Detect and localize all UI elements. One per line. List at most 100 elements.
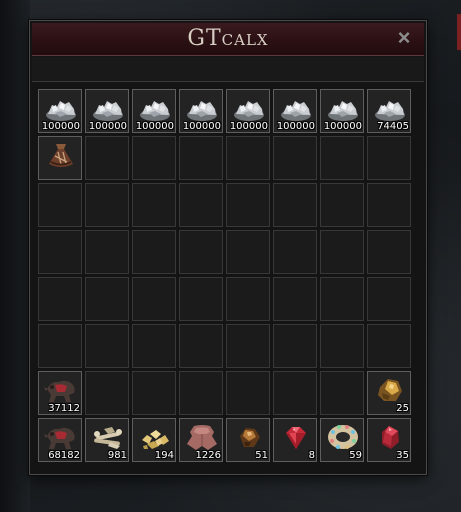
inventory-slot-empty[interactable] bbox=[38, 230, 82, 274]
inventory-slot-filled[interactable]: 100000 bbox=[85, 89, 129, 133]
ruby-gem-icon bbox=[278, 422, 314, 452]
inventory-slot-empty[interactable] bbox=[367, 136, 411, 180]
silver-ore-icon bbox=[278, 93, 314, 123]
item-quantity: 35 bbox=[396, 450, 409, 461]
inventory-slot-empty[interactable] bbox=[38, 277, 82, 321]
inventory-slot-filled[interactable] bbox=[38, 136, 82, 180]
inventory-slot-filled[interactable]: 100000 bbox=[179, 89, 223, 133]
inventory-slot-filled[interactable]: 100000 bbox=[226, 89, 270, 133]
inventory-slot-empty[interactable] bbox=[320, 136, 364, 180]
inventory-slot-empty[interactable] bbox=[179, 277, 223, 321]
inventory-slot-empty[interactable] bbox=[132, 324, 176, 368]
inventory-slot-filled[interactable]: 100000 bbox=[320, 89, 364, 133]
inventory-slot-filled[interactable]: 194 bbox=[132, 418, 176, 462]
inventory-slot-empty[interactable] bbox=[179, 371, 223, 415]
item-quantity: 37112 bbox=[48, 403, 80, 414]
inventory-slot-empty[interactable] bbox=[226, 277, 270, 321]
inventory-slot-filled[interactable]: 1226 bbox=[179, 418, 223, 462]
close-button[interactable]: × bbox=[394, 27, 414, 49]
inventory-slot-empty[interactable] bbox=[85, 277, 129, 321]
inventory-slot-empty[interactable] bbox=[320, 277, 364, 321]
item-quantity: 100000 bbox=[229, 121, 268, 132]
inventory-grid: 100000 100000 100000 100000 100000 100000 1000… bbox=[38, 89, 416, 467]
red-crystal-icon bbox=[372, 422, 408, 452]
inventory-slot-empty[interactable] bbox=[273, 371, 317, 415]
animal-hide-icon bbox=[43, 375, 79, 405]
inventory-slot-filled[interactable]: 51 bbox=[226, 418, 270, 462]
inventory-slot-empty[interactable] bbox=[38, 324, 82, 368]
inventory-slot-filled[interactable]: 100000 bbox=[273, 89, 317, 133]
animal-hide-icon bbox=[43, 422, 79, 452]
item-quantity: 981 bbox=[107, 450, 127, 461]
inventory-slot-filled[interactable]: 37112 bbox=[38, 371, 82, 415]
background-accent bbox=[457, 14, 461, 50]
title-bar[interactable]: GTcalx × bbox=[32, 23, 424, 56]
inventory-slot-empty[interactable] bbox=[320, 371, 364, 415]
inventory-slot-empty[interactable] bbox=[273, 136, 317, 180]
inventory-slot-empty[interactable] bbox=[226, 371, 270, 415]
inventory-slot-empty[interactable] bbox=[273, 230, 317, 274]
item-quantity: 51 bbox=[255, 450, 268, 461]
inventory-slot-empty[interactable] bbox=[132, 136, 176, 180]
item-quantity: 68182 bbox=[48, 450, 80, 461]
inventory-slot-empty[interactable] bbox=[179, 136, 223, 180]
inventory-slot-filled[interactable]: 100000 bbox=[132, 89, 176, 133]
window-title: GTcalx bbox=[187, 26, 269, 51]
inventory-slot-empty[interactable] bbox=[320, 230, 364, 274]
inventory-slot-empty[interactable] bbox=[273, 183, 317, 227]
silver-ore-icon bbox=[372, 93, 408, 123]
inventory-slot-empty[interactable] bbox=[85, 183, 129, 227]
inventory-slot-empty[interactable] bbox=[367, 230, 411, 274]
inventory-slot-filled[interactable]: 981 bbox=[85, 418, 129, 462]
item-quantity: 100000 bbox=[182, 121, 221, 132]
item-quantity: 100000 bbox=[41, 121, 80, 132]
item-quantity: 100000 bbox=[135, 121, 174, 132]
item-quantity: 100000 bbox=[276, 121, 315, 132]
item-quantity: 194 bbox=[154, 450, 174, 461]
pouch-icon bbox=[43, 140, 79, 170]
inventory-slot-empty[interactable] bbox=[226, 136, 270, 180]
inventory-slot-filled[interactable]: 68182 bbox=[38, 418, 82, 462]
inventory-slot-empty[interactable] bbox=[226, 230, 270, 274]
inventory-slot-empty[interactable] bbox=[85, 230, 129, 274]
inventory-slot-empty[interactable] bbox=[179, 230, 223, 274]
inventory-slot-filled[interactable]: 25 bbox=[367, 371, 411, 415]
amber-chunk-icon bbox=[372, 375, 408, 405]
inventory-slot-empty[interactable] bbox=[226, 324, 270, 368]
silver-ore-icon bbox=[137, 93, 173, 123]
inventory-slot-filled[interactable]: 59 bbox=[320, 418, 364, 462]
item-quantity: 25 bbox=[396, 403, 409, 414]
inventory-slot-empty[interactable] bbox=[367, 324, 411, 368]
inventory-slot-empty[interactable] bbox=[367, 277, 411, 321]
inventory-slot-empty[interactable] bbox=[320, 183, 364, 227]
inventory-slot-empty[interactable] bbox=[320, 324, 364, 368]
inventory-slot-filled[interactable]: 74405 bbox=[367, 89, 411, 133]
gold-nuggets-icon bbox=[137, 422, 173, 452]
jeweled-ring-icon bbox=[325, 422, 361, 452]
inventory-slot-empty[interactable] bbox=[367, 183, 411, 227]
item-quantity: 59 bbox=[349, 450, 362, 461]
inventory-slot-filled[interactable]: 35 bbox=[367, 418, 411, 462]
silver-ore-icon bbox=[231, 93, 267, 123]
inventory-slot-empty[interactable] bbox=[273, 277, 317, 321]
inventory-slot-empty[interactable] bbox=[132, 371, 176, 415]
inventory-slot-filled[interactable]: 100000 bbox=[38, 89, 82, 133]
inventory-slot-empty[interactable] bbox=[132, 183, 176, 227]
inventory-slot-empty[interactable] bbox=[85, 371, 129, 415]
inventory-slot-filled[interactable]: 8 bbox=[273, 418, 317, 462]
inventory-slot-empty[interactable] bbox=[179, 324, 223, 368]
inventory-slot-empty[interactable] bbox=[85, 136, 129, 180]
inventory-slot-empty[interactable] bbox=[132, 277, 176, 321]
bone-pile-icon bbox=[90, 422, 126, 452]
inventory-slot-empty[interactable] bbox=[132, 230, 176, 274]
item-quantity: 74405 bbox=[377, 121, 409, 132]
sub-header-bar bbox=[32, 57, 424, 82]
inventory-slot-empty[interactable] bbox=[179, 183, 223, 227]
inventory-slot-empty[interactable] bbox=[38, 183, 82, 227]
item-quantity: 1226 bbox=[195, 450, 221, 461]
inventory-slot-empty[interactable] bbox=[85, 324, 129, 368]
inventory-slot-empty[interactable] bbox=[273, 324, 317, 368]
inventory-window: GTcalx × 100000 100000 100000 100000 100000 1… bbox=[29, 20, 427, 475]
inventory-slot-empty[interactable] bbox=[226, 183, 270, 227]
item-quantity: 8 bbox=[308, 450, 315, 461]
